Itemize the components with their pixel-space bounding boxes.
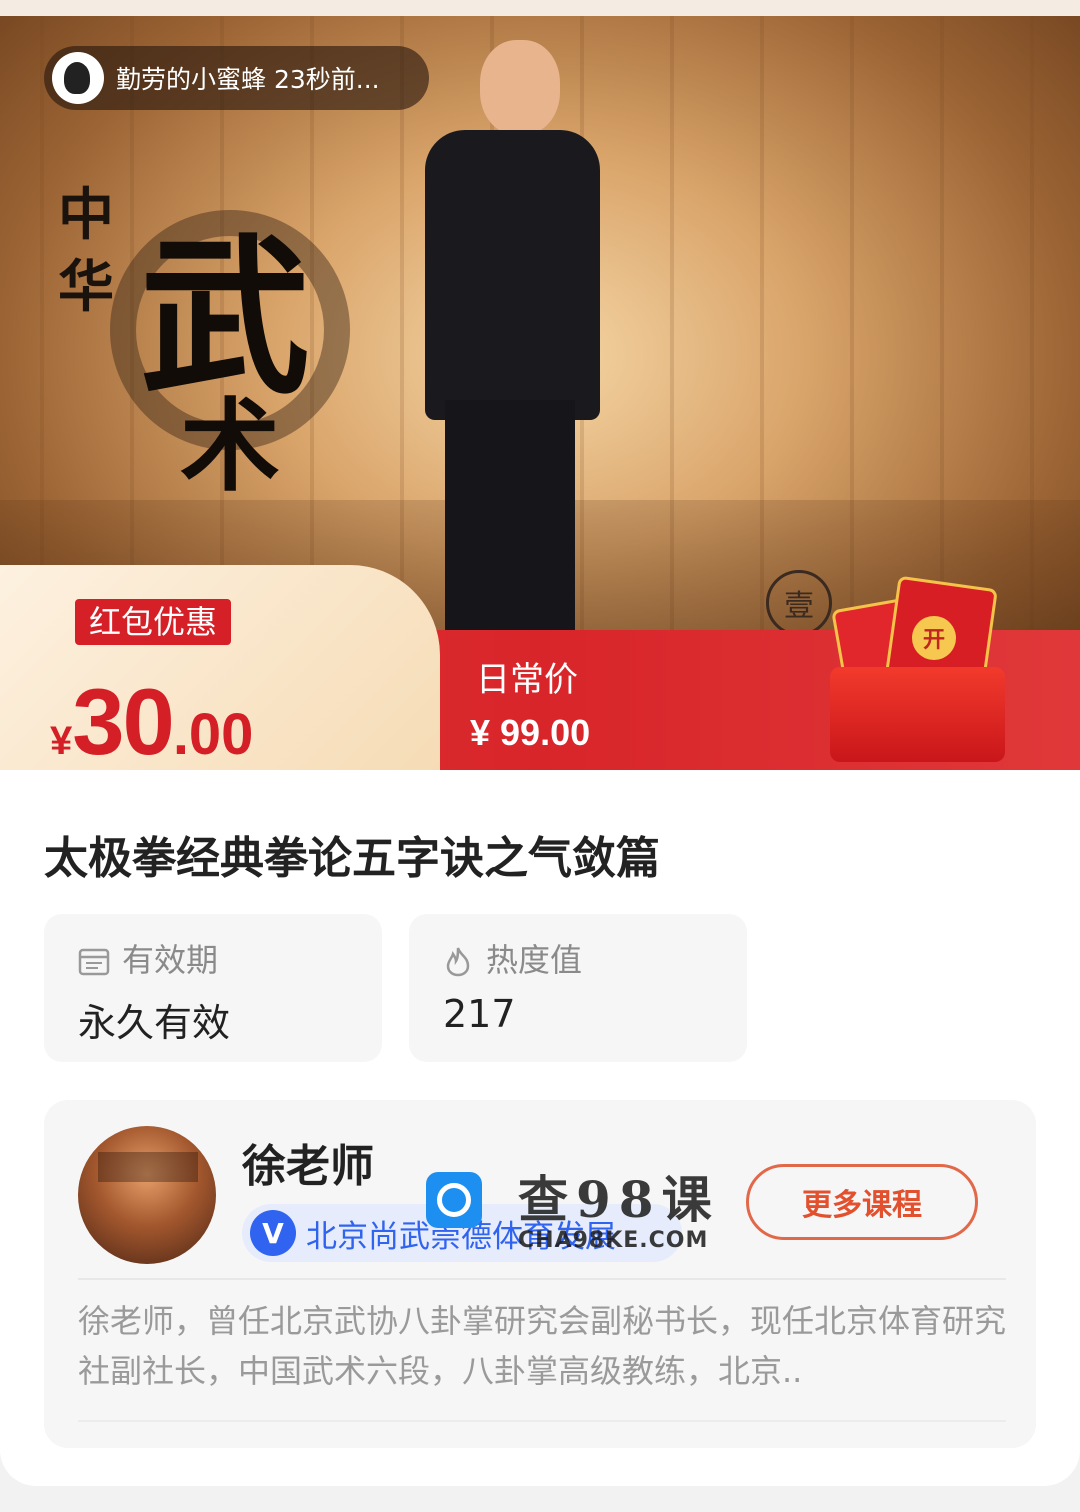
recent-purchase-text: 勤劳的小蜜蜂 23秒前...: [116, 65, 380, 94]
calligraphy-logo: 中 华 武 术: [40, 150, 360, 505]
watermark-subtext: CHA98KE.COM: [518, 1228, 709, 1253]
validity-value: 永久有效: [78, 1001, 231, 1045]
flame-icon: [446, 947, 470, 977]
divider: [78, 1420, 1006, 1422]
teacher-name: 徐老师: [242, 1141, 374, 1192]
more-courses-button[interactable]: 更多课程: [746, 1164, 978, 1240]
calendar-icon: [78, 948, 110, 976]
daily-price-label: 日常价: [476, 660, 578, 700]
watermark-text: 查98课: [518, 1170, 720, 1229]
calligraphy-char: 华: [58, 254, 114, 320]
divider: [78, 1278, 1006, 1280]
avatar: [52, 52, 104, 104]
daily-price: ¥ 99.00: [470, 712, 591, 753]
heat-label: 热度值: [486, 941, 583, 979]
heat-value: 217: [443, 992, 516, 1036]
red-envelope-gift-icon: 开: [820, 572, 1010, 762]
price-integer: 30: [72, 669, 175, 774]
price-decimal: .00: [172, 702, 254, 767]
calligraphy-char: 中: [58, 182, 114, 248]
course-title: 太极拳经典拳论五字诀之气敛篇: [44, 833, 660, 884]
teacher-avatar[interactable]: [78, 1126, 216, 1264]
martial-artist-figure: [410, 30, 610, 660]
currency-symbol: ¥: [50, 719, 73, 763]
promo-tag: 红包优惠: [75, 599, 232, 645]
teacher-description: 徐老师，曾任北京武协八卦掌研究会副秘书长，现任北京体育研究社副社长，中国武术六段…: [78, 1302, 1007, 1390]
validity-label: 有效期: [122, 941, 219, 979]
gift-coin-icon: 开: [912, 616, 956, 660]
verified-badge-icon: V: [250, 1210, 296, 1256]
calligraphy-char: 术: [180, 387, 280, 505]
promo-price: ¥30.00: [50, 668, 253, 776]
recent-purchase-notice: 勤劳的小蜜蜂 23秒前...: [44, 46, 429, 110]
watermark-logo-icon: [426, 1172, 482, 1228]
